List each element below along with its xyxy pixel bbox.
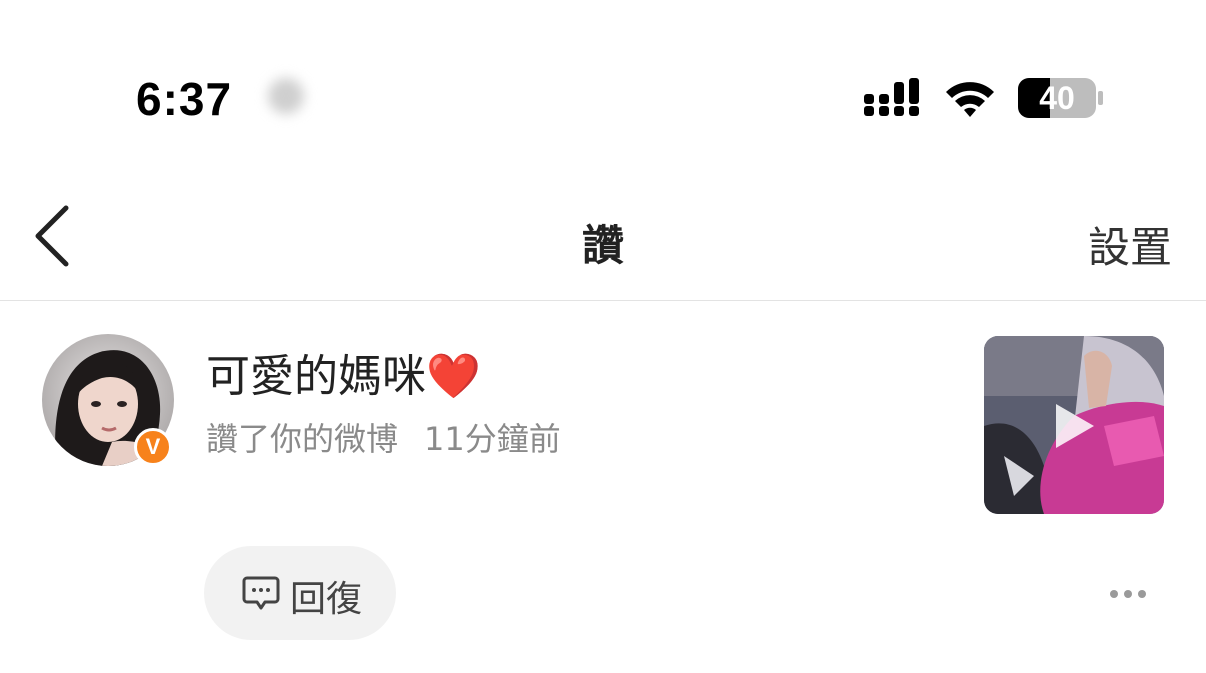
reply-button[interactable]: 回復 — [204, 546, 396, 640]
wifi-icon — [946, 82, 994, 117]
settings-button[interactable]: 設置 — [1088, 214, 1172, 275]
more-dots-icon[interactable] — [1106, 580, 1150, 608]
battery-level: 40 — [1039, 80, 1075, 116]
action-text: 讚了你的微博 — [206, 420, 399, 458]
signal-icon — [864, 78, 919, 116]
verified-badge: V — [134, 428, 172, 466]
blurred-status-indicator — [268, 78, 304, 114]
comment-icon — [242, 576, 280, 610]
notification-meta: 讚了你的微博 11分鐘前 — [206, 414, 561, 460]
time-ago: 11分鐘前 — [424, 420, 561, 458]
reply-label: 回復 — [290, 579, 363, 620]
post-thumbnail[interactable] — [984, 336, 1164, 514]
heart-emoji: ❤️ — [426, 351, 481, 402]
username-link[interactable]: 可愛的媽咪❤️ — [206, 340, 481, 404]
page-title: 讚 — [581, 221, 624, 270]
status-time: 6:37 — [136, 73, 233, 125]
username-text: 可愛的媽咪 — [206, 351, 426, 402]
header-divider — [0, 300, 1206, 301]
